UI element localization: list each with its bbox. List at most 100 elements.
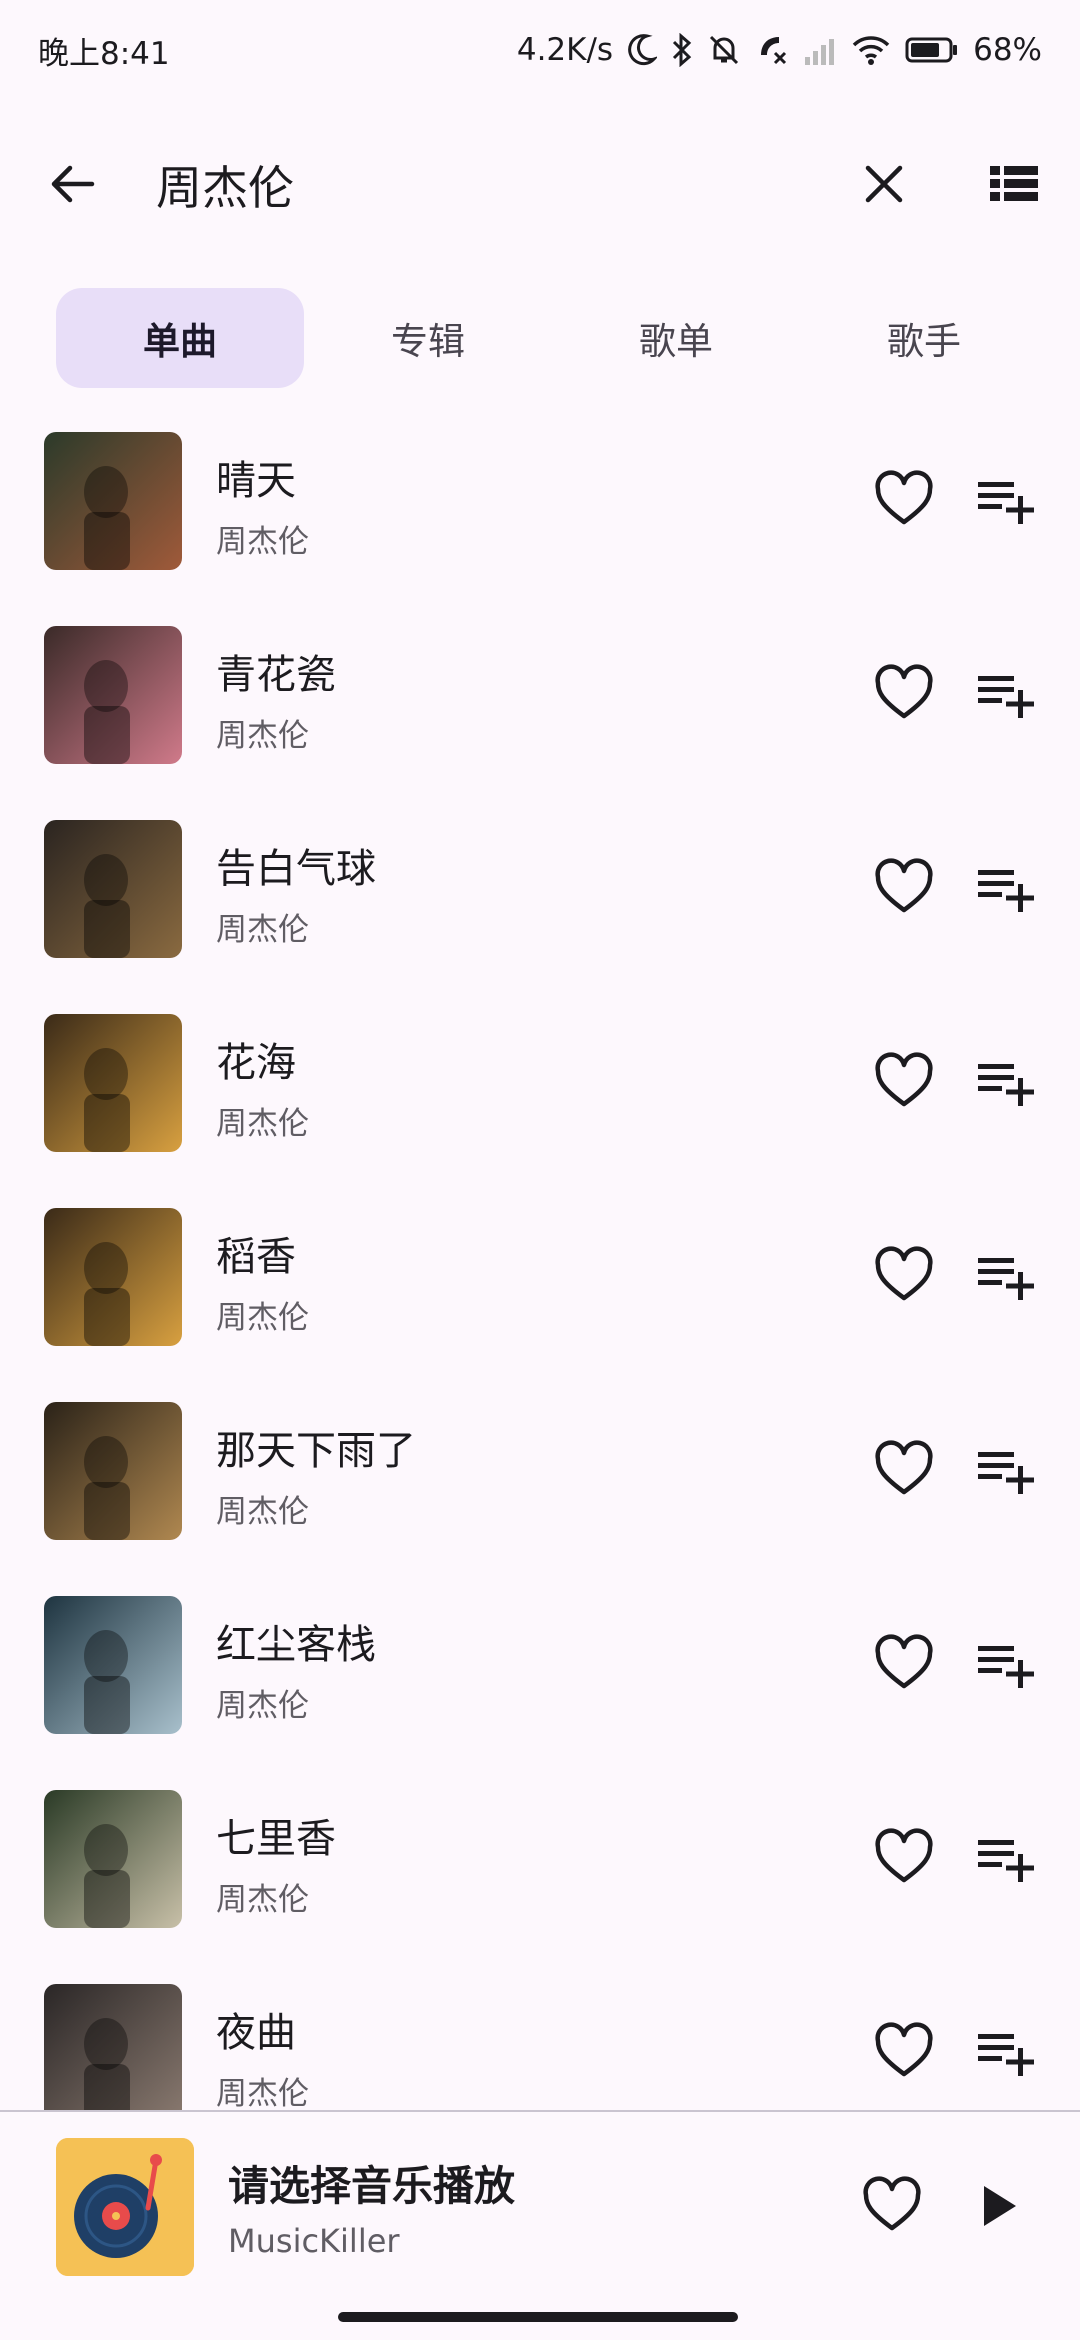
song-artist: 周杰伦 bbox=[216, 1494, 309, 1530]
tab-singles[interactable]: 单曲 bbox=[56, 288, 304, 388]
player-artwork bbox=[56, 2138, 194, 2276]
song-title: 稻香 bbox=[216, 1234, 296, 1280]
play-button[interactable] bbox=[966, 2174, 1030, 2238]
tab-albums[interactable]: 专辑 bbox=[304, 288, 552, 388]
song-row[interactable]: 那天下雨了 周杰伦 bbox=[0, 1388, 1080, 1582]
album-cover bbox=[44, 432, 182, 570]
add-to-playlist-button[interactable] bbox=[974, 468, 1038, 532]
playlist-add-icon bbox=[978, 1064, 1034, 1106]
song-title: 花海 bbox=[216, 1040, 296, 1086]
favorite-button[interactable] bbox=[872, 662, 936, 726]
playlist-add-icon bbox=[978, 870, 1034, 912]
playlist-add-icon bbox=[978, 2034, 1034, 2076]
playlist-add-icon bbox=[978, 1646, 1034, 1688]
status-bar: 晚上8:41 4.2K/s 68% bbox=[0, 0, 1080, 100]
home-indicator[interactable] bbox=[338, 2312, 738, 2322]
add-to-playlist-button[interactable] bbox=[974, 1244, 1038, 1308]
favorite-button[interactable] bbox=[872, 1826, 936, 1890]
heart-outline-icon bbox=[875, 1052, 933, 1107]
heart-outline-icon bbox=[875, 664, 933, 719]
add-to-playlist-button[interactable] bbox=[974, 1438, 1038, 1502]
mini-player[interactable]: 请选择音乐播放 MusicKiller bbox=[0, 2112, 1080, 2300]
add-to-playlist-button[interactable] bbox=[974, 856, 1038, 920]
playlist-add-icon bbox=[978, 1840, 1034, 1882]
close-icon bbox=[865, 165, 903, 203]
playlist-add-icon bbox=[978, 482, 1034, 524]
song-title: 青花瓷 bbox=[216, 652, 336, 698]
player-favorite-button[interactable] bbox=[860, 2174, 924, 2238]
song-artist: 周杰伦 bbox=[216, 718, 309, 754]
song-title: 晴天 bbox=[216, 458, 296, 504]
wifi-icon bbox=[851, 33, 891, 67]
song-row[interactable]: 稻香 周杰伦 bbox=[0, 1194, 1080, 1388]
playlist-add-icon bbox=[978, 676, 1034, 718]
favorite-button[interactable] bbox=[872, 1244, 936, 1308]
list-view-icon bbox=[990, 166, 1038, 201]
network-speed: 4.2K/s bbox=[516, 32, 614, 68]
album-cover bbox=[44, 1790, 182, 1928]
song-list: 晴天 周杰伦 青花瓷 周杰伦 告白气球 周杰伦 花海 周杰伦 稻香 周杰伦 那天… bbox=[0, 418, 1080, 2110]
heart-outline-icon bbox=[875, 470, 933, 525]
song-artist: 周杰伦 bbox=[216, 912, 309, 948]
favorite-button[interactable] bbox=[872, 2020, 936, 2084]
album-cover bbox=[44, 1402, 182, 1540]
song-artist: 周杰伦 bbox=[216, 1300, 309, 1336]
add-to-playlist-button[interactable] bbox=[974, 662, 1038, 726]
heart-outline-icon bbox=[875, 858, 933, 913]
search-query[interactable]: 周杰伦 bbox=[156, 152, 294, 218]
heart-outline-icon bbox=[875, 1634, 933, 1689]
favorite-button[interactable] bbox=[872, 1050, 936, 1114]
vinyl-record-icon bbox=[56, 2138, 194, 2276]
favorite-button[interactable] bbox=[872, 1438, 936, 1502]
moon-icon bbox=[627, 33, 658, 67]
favorite-button[interactable] bbox=[872, 856, 936, 920]
add-to-playlist-button[interactable] bbox=[974, 1632, 1038, 1696]
song-artist: 周杰伦 bbox=[216, 1882, 309, 1918]
album-cover bbox=[44, 1984, 182, 2110]
add-to-playlist-button[interactable] bbox=[974, 1050, 1038, 1114]
heart-outline-icon bbox=[863, 2176, 921, 2231]
song-title: 告白气球 bbox=[216, 846, 376, 892]
tab-playlists[interactable]: 歌单 bbox=[552, 288, 800, 388]
signal-icon bbox=[803, 33, 837, 67]
clear-search-button[interactable] bbox=[856, 156, 912, 212]
player-title: 请选择音乐播放 bbox=[228, 2162, 515, 2210]
playlist-add-icon bbox=[978, 1452, 1034, 1494]
song-artist: 周杰伦 bbox=[216, 1106, 309, 1142]
song-title: 那天下雨了 bbox=[216, 1428, 416, 1474]
favorite-button[interactable] bbox=[872, 1632, 936, 1696]
album-cover bbox=[44, 1014, 182, 1152]
song-row[interactable]: 夜曲 周杰伦 bbox=[0, 1970, 1080, 2110]
add-to-playlist-button[interactable] bbox=[974, 2020, 1038, 2084]
bluetooth-icon bbox=[671, 33, 693, 67]
song-title: 红尘客栈 bbox=[216, 1622, 376, 1668]
view-toggle-button[interactable] bbox=[986, 156, 1042, 212]
arrow-left-icon bbox=[51, 165, 95, 203]
song-artist: 周杰伦 bbox=[216, 524, 309, 560]
album-cover bbox=[44, 626, 182, 764]
song-row[interactable]: 红尘客栈 周杰伦 bbox=[0, 1582, 1080, 1776]
tab-artists[interactable]: 歌手 bbox=[800, 288, 1048, 388]
song-row[interactable]: 花海 周杰伦 bbox=[0, 1000, 1080, 1194]
album-cover bbox=[44, 1596, 182, 1734]
favorite-button[interactable] bbox=[872, 468, 936, 532]
battery-level: 68% bbox=[973, 32, 1042, 68]
player-subtitle: MusicKiller bbox=[228, 2222, 400, 2260]
heart-outline-icon bbox=[875, 2022, 933, 2077]
heart-outline-icon bbox=[875, 1440, 933, 1495]
song-row[interactable]: 晴天 周杰伦 bbox=[0, 418, 1080, 612]
album-cover bbox=[44, 820, 182, 958]
bell-off-icon bbox=[707, 33, 741, 67]
call-off-icon bbox=[755, 33, 789, 67]
back-button[interactable] bbox=[46, 156, 102, 212]
status-time: 晚上8:41 bbox=[38, 35, 170, 72]
play-icon bbox=[984, 2186, 1016, 2226]
add-to-playlist-button[interactable] bbox=[974, 1826, 1038, 1890]
album-cover bbox=[44, 1208, 182, 1346]
song-row[interactable]: 告白气球 周杰伦 bbox=[0, 806, 1080, 1000]
battery-icon bbox=[905, 33, 959, 67]
song-row[interactable]: 七里香 周杰伦 bbox=[0, 1776, 1080, 1970]
song-row[interactable]: 青花瓷 周杰伦 bbox=[0, 612, 1080, 806]
song-title: 夜曲 bbox=[216, 2010, 296, 2056]
category-tabs: 单曲 专辑 歌单 歌手 bbox=[56, 288, 1050, 388]
